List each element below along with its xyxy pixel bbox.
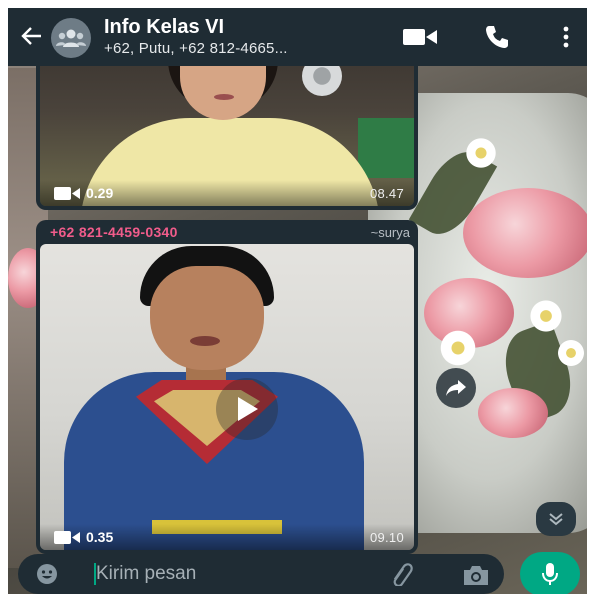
mic-icon (542, 563, 558, 585)
group-avatar[interactable] (51, 18, 91, 58)
sender-name: ~surya (370, 225, 410, 240)
video-meta: 0.29 08.47 (40, 180, 414, 206)
group-avatar-icon (56, 29, 86, 47)
video-camera-icon (54, 530, 80, 544)
chat-screen: 0.29 08.47 +62 821-4459-0340 ~surya 0.35… (8, 8, 587, 594)
video-camera-icon (54, 186, 80, 200)
menu-icon[interactable] (562, 25, 570, 49)
message-input[interactable] (96, 560, 366, 588)
forward-button[interactable] (436, 368, 476, 408)
mic-button[interactable] (520, 552, 580, 594)
video-duration: 0.35 (86, 529, 114, 545)
play-button[interactable] (216, 378, 278, 440)
forward-icon (446, 380, 466, 396)
scroll-down-icon (549, 513, 563, 526)
message-time: 08.47 (369, 185, 404, 201)
video-thumbnail[interactable] (40, 244, 414, 550)
chat-header: Info Kelas VI +62, Putu, +62 812-4665... (8, 8, 587, 66)
chat-title-area[interactable]: Info Kelas VI +62, Putu, +62 812-4665... (104, 15, 374, 58)
attach-icon[interactable] (388, 562, 416, 586)
back-arrow-icon[interactable] (20, 25, 42, 47)
call-icon[interactable] (484, 24, 510, 50)
message-composer (18, 554, 504, 594)
video-call-icon[interactable] (403, 28, 437, 46)
chat-participants: +62, Putu, +62 812-4665... (104, 40, 288, 57)
video-duration: 0.29 (86, 185, 114, 201)
message-time: 09.10 (369, 529, 404, 545)
video-message[interactable]: +62 821-4459-0340 ~surya 0.35 09.10 (36, 220, 418, 554)
emoji-icon[interactable] (36, 563, 58, 585)
video-message[interactable]: 0.29 08.47 (36, 48, 418, 210)
play-icon (238, 397, 258, 421)
video-meta: 0.35 09.10 (40, 524, 414, 550)
camera-icon[interactable] (462, 564, 490, 586)
scroll-down-button[interactable] (536, 502, 576, 536)
chat-title: Info Kelas VI (104, 16, 225, 38)
sender-phone[interactable]: +62 821-4459-0340 (50, 224, 178, 240)
